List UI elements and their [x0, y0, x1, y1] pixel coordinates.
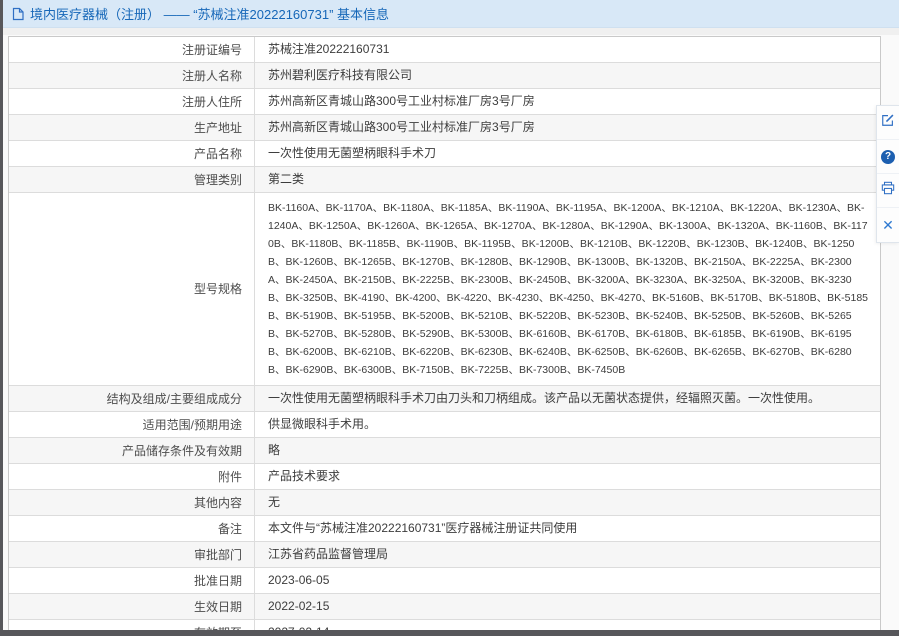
row-value: 2027-02-14: [254, 620, 880, 630]
row-value: BK-1160A、BK-1170A、BK-1180A、BK-1185A、BK-1…: [254, 193, 880, 385]
row-value: 苏州高新区青城山路300号工业村标准厂房3号厂房: [254, 89, 880, 114]
row-value: 2022-02-15: [254, 594, 880, 619]
row-label: 结构及组成/主要组成成分: [9, 386, 254, 411]
row-label: 管理类别: [9, 167, 254, 192]
row-value: 一次性使用无菌塑柄眼科手术刀由刀头和刀柄组成。该产品以无菌状态提供，经辐照灭菌。…: [254, 386, 880, 411]
row-value: 供显微眼科手术用。: [254, 412, 880, 437]
row-label: 注册人住所: [9, 89, 254, 114]
registration-table: 注册证编号 苏械注准20222160731 注册人名称 苏州碧利医疗科技有限公司…: [8, 36, 881, 630]
row-label: 备注: [9, 516, 254, 541]
row-value: 略: [254, 438, 880, 463]
row-value: 无: [254, 490, 880, 515]
table-row: 审批部门 江苏省药品监督管理局: [9, 542, 880, 568]
edit-button[interactable]: [877, 106, 899, 140]
row-label: 适用范围/预期用途: [9, 412, 254, 437]
row-label: 有效期至: [9, 620, 254, 630]
row-value: 一次性使用无菌塑柄眼科手术刀: [254, 141, 880, 166]
row-value: 本文件与“苏械注准20222160731”医疗器械注册证共同使用: [254, 516, 880, 541]
row-label: 生效日期: [9, 594, 254, 619]
print-icon: [881, 181, 895, 200]
table-row: 备注 本文件与“苏械注准20222160731”医疗器械注册证共同使用: [9, 516, 880, 542]
page-header: 境内医疗器械（注册） —— “苏械注准20222160731” 基本信息: [3, 0, 899, 28]
table-row: 生效日期 2022-02-15: [9, 594, 880, 620]
floating-side-toolbar: ? ✕: [876, 105, 899, 243]
table-row: 管理类别 第二类: [9, 167, 880, 193]
help-button[interactable]: ?: [877, 140, 899, 174]
table-row: 有效期至 2027-02-14: [9, 620, 880, 630]
table-row: 结构及组成/主要组成成分 一次性使用无菌塑柄眼科手术刀由刀头和刀柄组成。该产品以…: [9, 386, 880, 412]
row-value: 苏州高新区青城山路300号工业村标准厂房3号厂房: [254, 115, 880, 140]
edit-icon: [881, 113, 895, 132]
row-label: 生产地址: [9, 115, 254, 140]
help-icon: ?: [881, 150, 895, 164]
row-label: 产品储存条件及有效期: [9, 438, 254, 463]
close-icon: ✕: [882, 218, 894, 232]
row-label: 附件: [9, 464, 254, 489]
row-label: 审批部门: [9, 542, 254, 567]
row-label: 型号规格: [9, 193, 254, 385]
table-row-model-specs: 型号规格 BK-1160A、BK-1170A、BK-1180A、BK-1185A…: [9, 193, 880, 386]
row-value: 2023-06-05: [254, 568, 880, 593]
table-row: 附件 产品技术要求: [9, 464, 880, 490]
table-row: 注册证编号 苏械注准20222160731: [9, 37, 880, 63]
table-row: 生产地址 苏州高新区青城山路300号工业村标准厂房3号厂房: [9, 115, 880, 141]
row-label: 批准日期: [9, 568, 254, 593]
table-row: 注册人住所 苏州高新区青城山路300号工业村标准厂房3号厂房: [9, 89, 880, 115]
close-button[interactable]: ✕: [877, 208, 899, 242]
row-label: 注册人名称: [9, 63, 254, 88]
row-label: 其他内容: [9, 490, 254, 515]
table-row: 其他内容 无: [9, 490, 880, 516]
row-value: 苏械注准20222160731: [254, 37, 880, 62]
row-value: 苏州碧利医疗科技有限公司: [254, 63, 880, 88]
row-label: 注册证编号: [9, 37, 254, 62]
table-row: 产品储存条件及有效期 略: [9, 438, 880, 464]
table-row: 产品名称 一次性使用无菌塑柄眼科手术刀: [9, 141, 880, 167]
print-button[interactable]: [877, 174, 899, 208]
row-value: 产品技术要求: [254, 464, 880, 489]
table-row: 批准日期 2023-06-05: [9, 568, 880, 594]
row-value: 第二类: [254, 167, 880, 192]
page-title: 境内医疗器械（注册） —— “苏械注准20222160731” 基本信息: [30, 4, 389, 23]
header-gap: [3, 28, 899, 35]
row-value: 江苏省药品监督管理局: [254, 542, 880, 567]
table-row: 注册人名称 苏州碧利医疗科技有限公司: [9, 63, 880, 89]
row-label: 产品名称: [9, 141, 254, 166]
table-row: 适用范围/预期用途 供显微眼科手术用。: [9, 412, 880, 438]
document-icon: [12, 7, 24, 21]
registration-detail-page: 境内医疗器械（注册） —— “苏械注准20222160731” 基本信息 注册证…: [3, 0, 899, 630]
